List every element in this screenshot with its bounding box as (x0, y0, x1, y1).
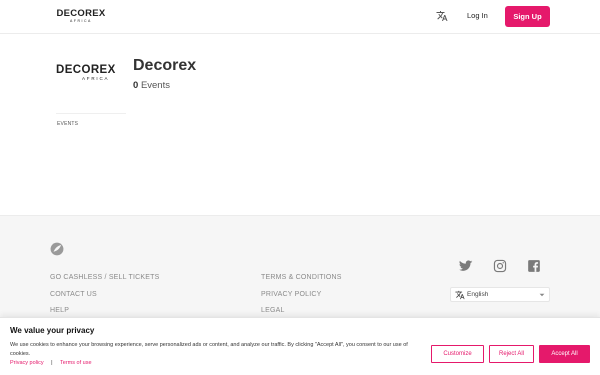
event-count-label: Events (140, 80, 170, 91)
footer-link-terms[interactable]: TERMS & CONDITIONS (261, 274, 342, 281)
footer-link-privacy[interactable]: PRIVACY POLICY (261, 291, 322, 298)
top-navbar: DECOREX AFRICA Log In Sign Up (0, 0, 600, 34)
language-select-value: English (467, 291, 489, 298)
leaf-logo-icon[interactable] (50, 242, 64, 256)
instagram-icon[interactable] (493, 259, 507, 273)
translate-icon (455, 290, 465, 300)
organizer-name: Decorex (133, 57, 197, 74)
footer-link-legal[interactable]: LEGAL (261, 307, 285, 314)
tab-events[interactable]: EVENTS (57, 121, 78, 127)
brand-logo-main: DECOREX (56, 8, 106, 19)
cookie-title: We value your privacy (10, 326, 95, 335)
cookie-consent-banner: We value your privacy We use cookies to … (0, 317, 600, 375)
profile-divider (56, 113, 126, 114)
organizer-logo-main: DECOREX (56, 64, 116, 76)
privacy-policy-link[interactable]: Privacy policy (10, 360, 44, 366)
brand-logo[interactable]: DECOREX AFRICA (56, 9, 106, 24)
footer-link-contact[interactable]: CONTACT US (50, 291, 97, 298)
organizer-logo: DECOREX AFRICA (56, 64, 122, 82)
twitter-icon[interactable] (459, 259, 473, 273)
event-count-number: 0 (133, 80, 139, 91)
organizer-logo-sub: AFRICA (82, 76, 110, 81)
chevron-down-icon (539, 293, 545, 297)
language-select[interactable]: English (450, 287, 550, 302)
footer-link-help[interactable]: HELP (50, 307, 69, 314)
reject-all-button[interactable]: Reject All (489, 345, 534, 363)
accept-all-button[interactable]: Accept All (539, 345, 590, 363)
footer-link-sell-tickets[interactable]: GO CASHLESS / SELL TICKETS (50, 274, 159, 281)
terms-of-use-link[interactable]: Terms of use (60, 360, 91, 366)
signup-button[interactable]: Sign Up (505, 6, 550, 27)
brand-logo-sub: AFRICA (70, 19, 92, 23)
cookie-description: We use cookies to enhance your browsing … (10, 342, 408, 357)
cookie-links: Privacy policy | Terms of use (10, 360, 92, 366)
cookie-links-separator: | (51, 360, 53, 366)
facebook-icon[interactable] (527, 259, 541, 273)
customize-button[interactable]: Customize (431, 345, 484, 363)
translate-icon[interactable] (436, 10, 448, 22)
login-link[interactable]: Log In (467, 11, 488, 20)
event-count: 0 Events (133, 80, 170, 91)
